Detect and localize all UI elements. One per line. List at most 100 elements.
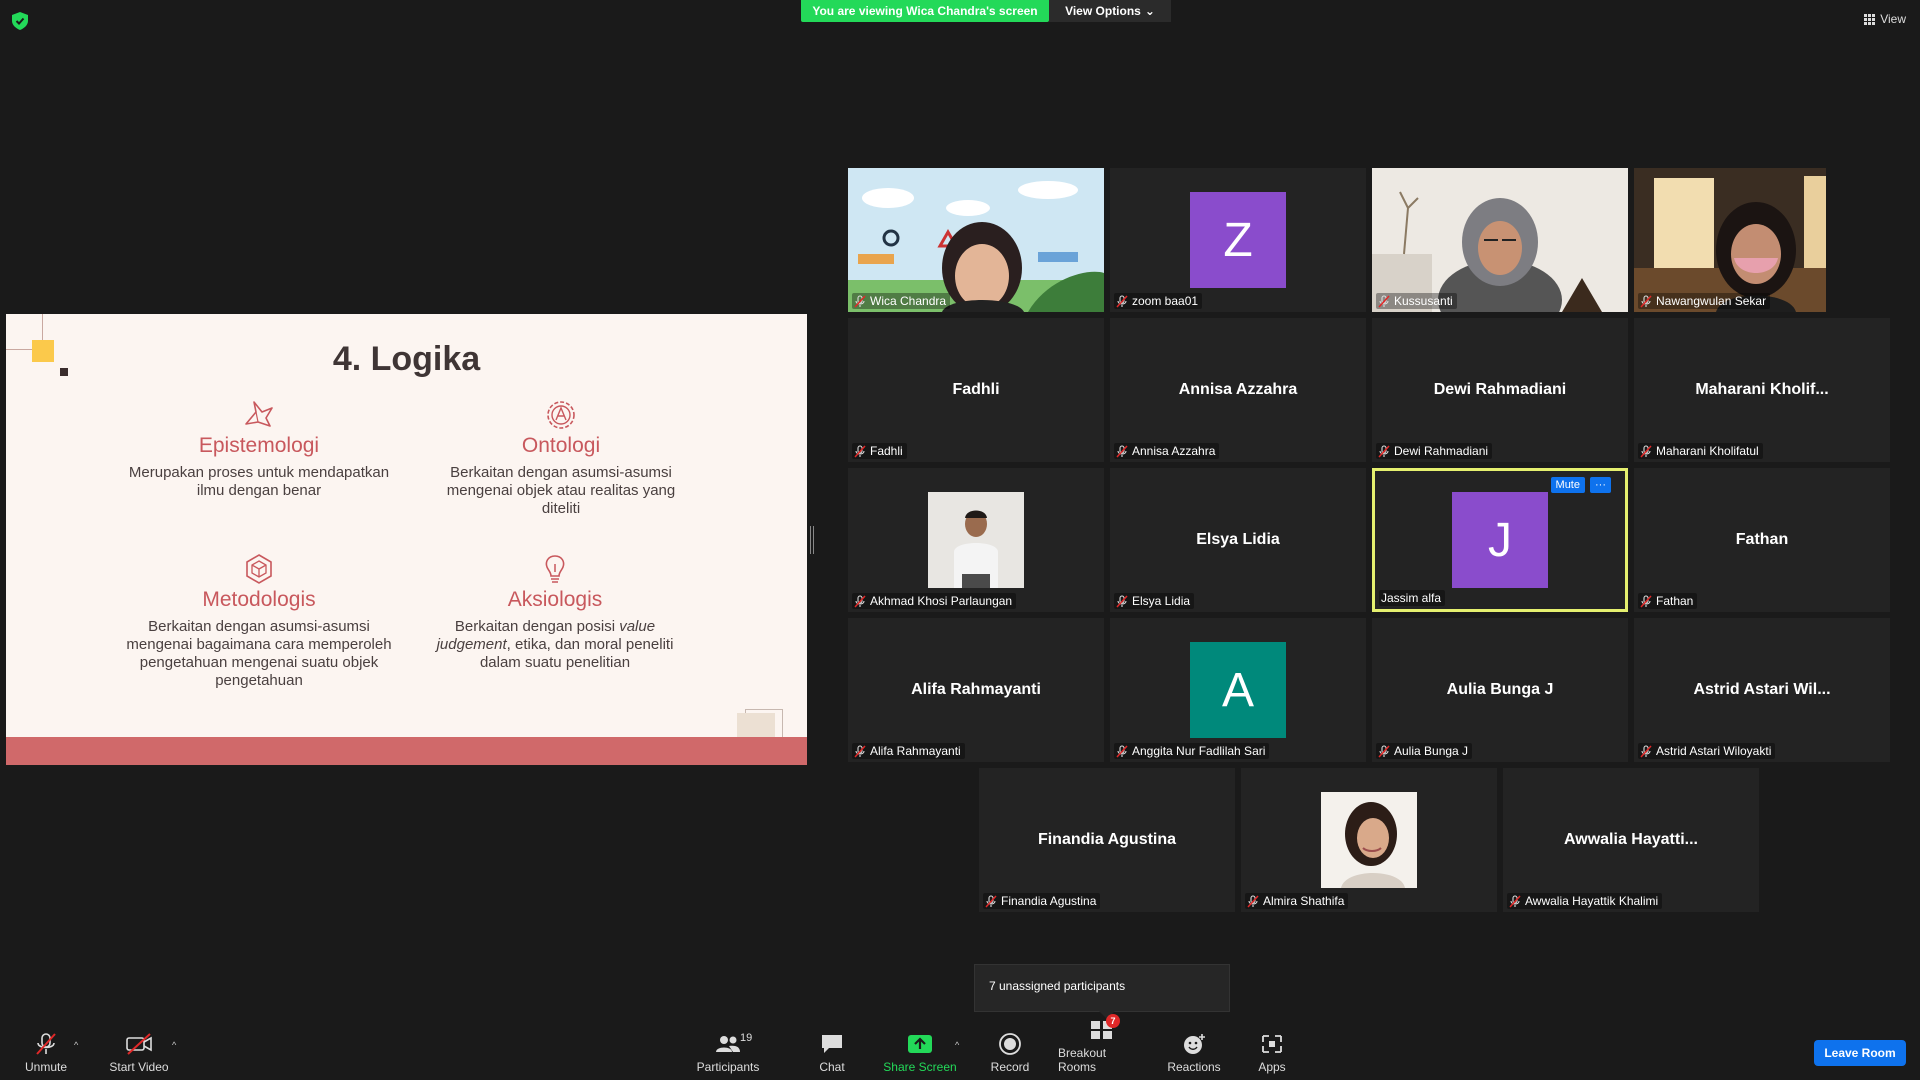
participant-name: Aulia Bunga J [1394,744,1469,758]
gear-atom-icon [547,401,575,429]
participant-tile[interactable]: Zzoom baa01 [1110,168,1366,312]
security-shield-icon[interactable] [12,12,28,30]
participant-name-label: Astrid Astari Wiloyakti [1638,743,1776,759]
microphone-muted-icon [1116,294,1128,308]
avatar-initial: Z [1223,213,1253,267]
view-label: View [1880,12,1906,26]
participant-tile[interactable]: Alifa Rahmayanti Alifa Rahmayanti [848,618,1104,762]
chat-label: Chat [819,1060,845,1074]
concept-title: Epistemologi [198,434,320,457]
participant-name-label: Elsya Lidia [1114,593,1195,609]
participant-name-label: Fadhli [852,443,907,459]
share-options-caret-icon[interactable]: ^ [955,1040,959,1050]
concept-metodologis: Metodologis Berkaitan dengan asumsi-asum… [124,552,394,690]
participant-tile[interactable]: Akhmad Khosi Parlaungan [848,468,1104,612]
participant-tile[interactable]: Almira Shathifa [1241,768,1497,912]
chat-button[interactable]: Chat [808,1026,856,1080]
breakout-badge: 7 [1106,1014,1120,1028]
participant-name: Nawangwulan Sekar [1656,294,1767,308]
participant-name-label: Aulia Bunga J [1376,743,1473,759]
record-label: Record [990,1060,1030,1074]
concept-ontologi: Ontologi Berkaitan dengan asumsi-asumsi … [426,398,696,518]
microphone-muted-icon [1640,444,1652,458]
participant-center-name: Finandia Agustina [1037,831,1177,848]
participant-name-label: Wica Chandra [852,293,951,309]
participant-tile[interactable]: J Mute ··· Jassim alfa [1372,468,1628,612]
concept-description: Merupakan proses untuk mendapatkan ilmu … [128,464,390,499]
start-video-label: Start Video [109,1060,169,1074]
split-resize-handle[interactable] [810,526,814,554]
reactions-button[interactable]: Reactions [1166,1026,1222,1080]
participant-tile[interactable]: Aulia Bunga J Aulia Bunga J [1372,618,1628,762]
viewing-screen-banner: You are viewing Wica Chandra's screen [801,0,1049,22]
unmute-label: Unmute [24,1060,68,1074]
mute-participant-button[interactable]: Mute [1550,477,1585,493]
webcam-feed-wica [848,168,1104,312]
participant-center-name: Elsya Lidia [1196,531,1280,548]
more-options-button[interactable]: ··· [1590,477,1611,493]
participant-tile[interactable]: Elsya Lidia Elsya Lidia [1110,468,1366,612]
concept-description: Berkaitan dengan posisi value judgement,… [420,618,690,672]
concept-title: Metodologis [202,588,316,611]
desc-text: Berkaitan dengan posisi [454,618,620,635]
participant-tile[interactable]: Maharani Kholif... Maharani Kholifatul [1634,318,1890,462]
participant-center-name: Fathan [1735,531,1789,548]
participant-tile[interactable]: Wica Chandra [848,168,1104,312]
slide-footer-band [6,737,807,765]
record-button[interactable]: Record [986,1026,1034,1080]
grid-view-icon [1864,13,1876,25]
video-options-caret-icon[interactable]: ^ [172,1040,176,1050]
participant-avatar: J [1452,492,1548,588]
zoom-meeting-window: You are viewing Wica Chandra's screen Vi… [0,0,1920,1080]
participant-tile[interactable]: Dewi Rahmadiani Dewi Rahmadiani [1372,318,1628,462]
avatar-initial: A [1221,663,1254,717]
participant-name: Alifa Rahmayanti [870,744,961,758]
participants-button[interactable]: 19 Participants [692,1026,764,1080]
microphone-muted-icon [1378,294,1390,308]
participant-name-label: Akhmad Khosi Parlaungan [852,593,1017,609]
participant-name: Elsya Lidia [1132,594,1191,608]
breakout-icon-wrap: 7 [1088,1014,1120,1042]
participant-tile[interactable]: Awwalia Hayatti... Awwalia Hayattik Khali… [1503,768,1759,912]
view-options-button[interactable]: View Options ⌄ [1049,0,1171,22]
participant-name-label: Alifa Rahmayanti [852,743,965,759]
chevron-down-icon: ⌄ [1144,4,1155,18]
participant-name-label: Dewi Rahmadiani [1376,443,1493,459]
concept-title: Aksiologis [507,588,603,611]
participant-tile[interactable]: Nawangwulan Sekar [1634,168,1890,312]
participant-tile[interactable]: Fathan Fathan [1634,468,1890,612]
microphone-muted-icon [854,294,866,308]
participant-center-name: Dewi Rahmadiani [1433,381,1567,398]
participant-tile[interactable]: Astrid Astari Wil... Astrid Astari Wiloya… [1634,618,1890,762]
unassigned-participants-tooltip[interactable]: 7 unassigned participants [974,964,1230,1019]
participants-label: Participants [696,1060,760,1074]
participant-name-label: Finandia Agustina [983,893,1101,909]
participants-icon-wrap: 19 [714,1032,752,1056]
shared-screen-slide: 4. Logika Epistemologi Merupakan proses … [6,314,807,765]
participant-tile[interactable]: Annisa Azzahra Annisa Azzahra [1110,318,1366,462]
audio-options-caret-icon[interactable]: ^ [74,1040,78,1050]
participant-center-name: Alifa Rahmayanti [911,681,1041,698]
participant-tile[interactable]: A Anggita Nur Fadlilah Sari [1110,618,1366,762]
participant-center-name: Aulia Bunga J [1446,681,1554,698]
profile-photo-akhmad [928,492,1024,588]
microphone-muted-icon [1116,444,1128,458]
participant-tile[interactable]: Fadhli Fadhli [848,318,1104,462]
breakout-rooms-button[interactable]: 7 Breakout Rooms [1058,1014,1146,1080]
view-button[interactable]: View [1864,12,1906,26]
microphone-muted-icon [1116,594,1128,608]
unmute-button[interactable]: Unmute [18,1026,74,1080]
apps-button[interactable]: Apps [1250,1026,1294,1080]
participant-tile[interactable]: Finandia Agustina Finandia Agustina [979,768,1235,912]
participant-tile[interactable]: Kussusanti [1372,168,1628,312]
view-options-label: View Options [1065,4,1141,18]
share-screen-button[interactable]: Share Screen [882,1026,958,1080]
profile-photo-almira [1321,792,1417,888]
participant-name-label: Maharani Kholifatul [1638,443,1763,459]
participant-center-name: Annisa Azzahra [1178,381,1298,398]
share-screen-arrow-icon [908,1035,932,1053]
microphone-muted-icon [1378,444,1390,458]
leave-room-button[interactable]: Leave Room [1814,1040,1906,1066]
start-video-button[interactable]: Start Video [104,1026,174,1080]
participant-name-label: Kussusanti [1376,293,1457,309]
